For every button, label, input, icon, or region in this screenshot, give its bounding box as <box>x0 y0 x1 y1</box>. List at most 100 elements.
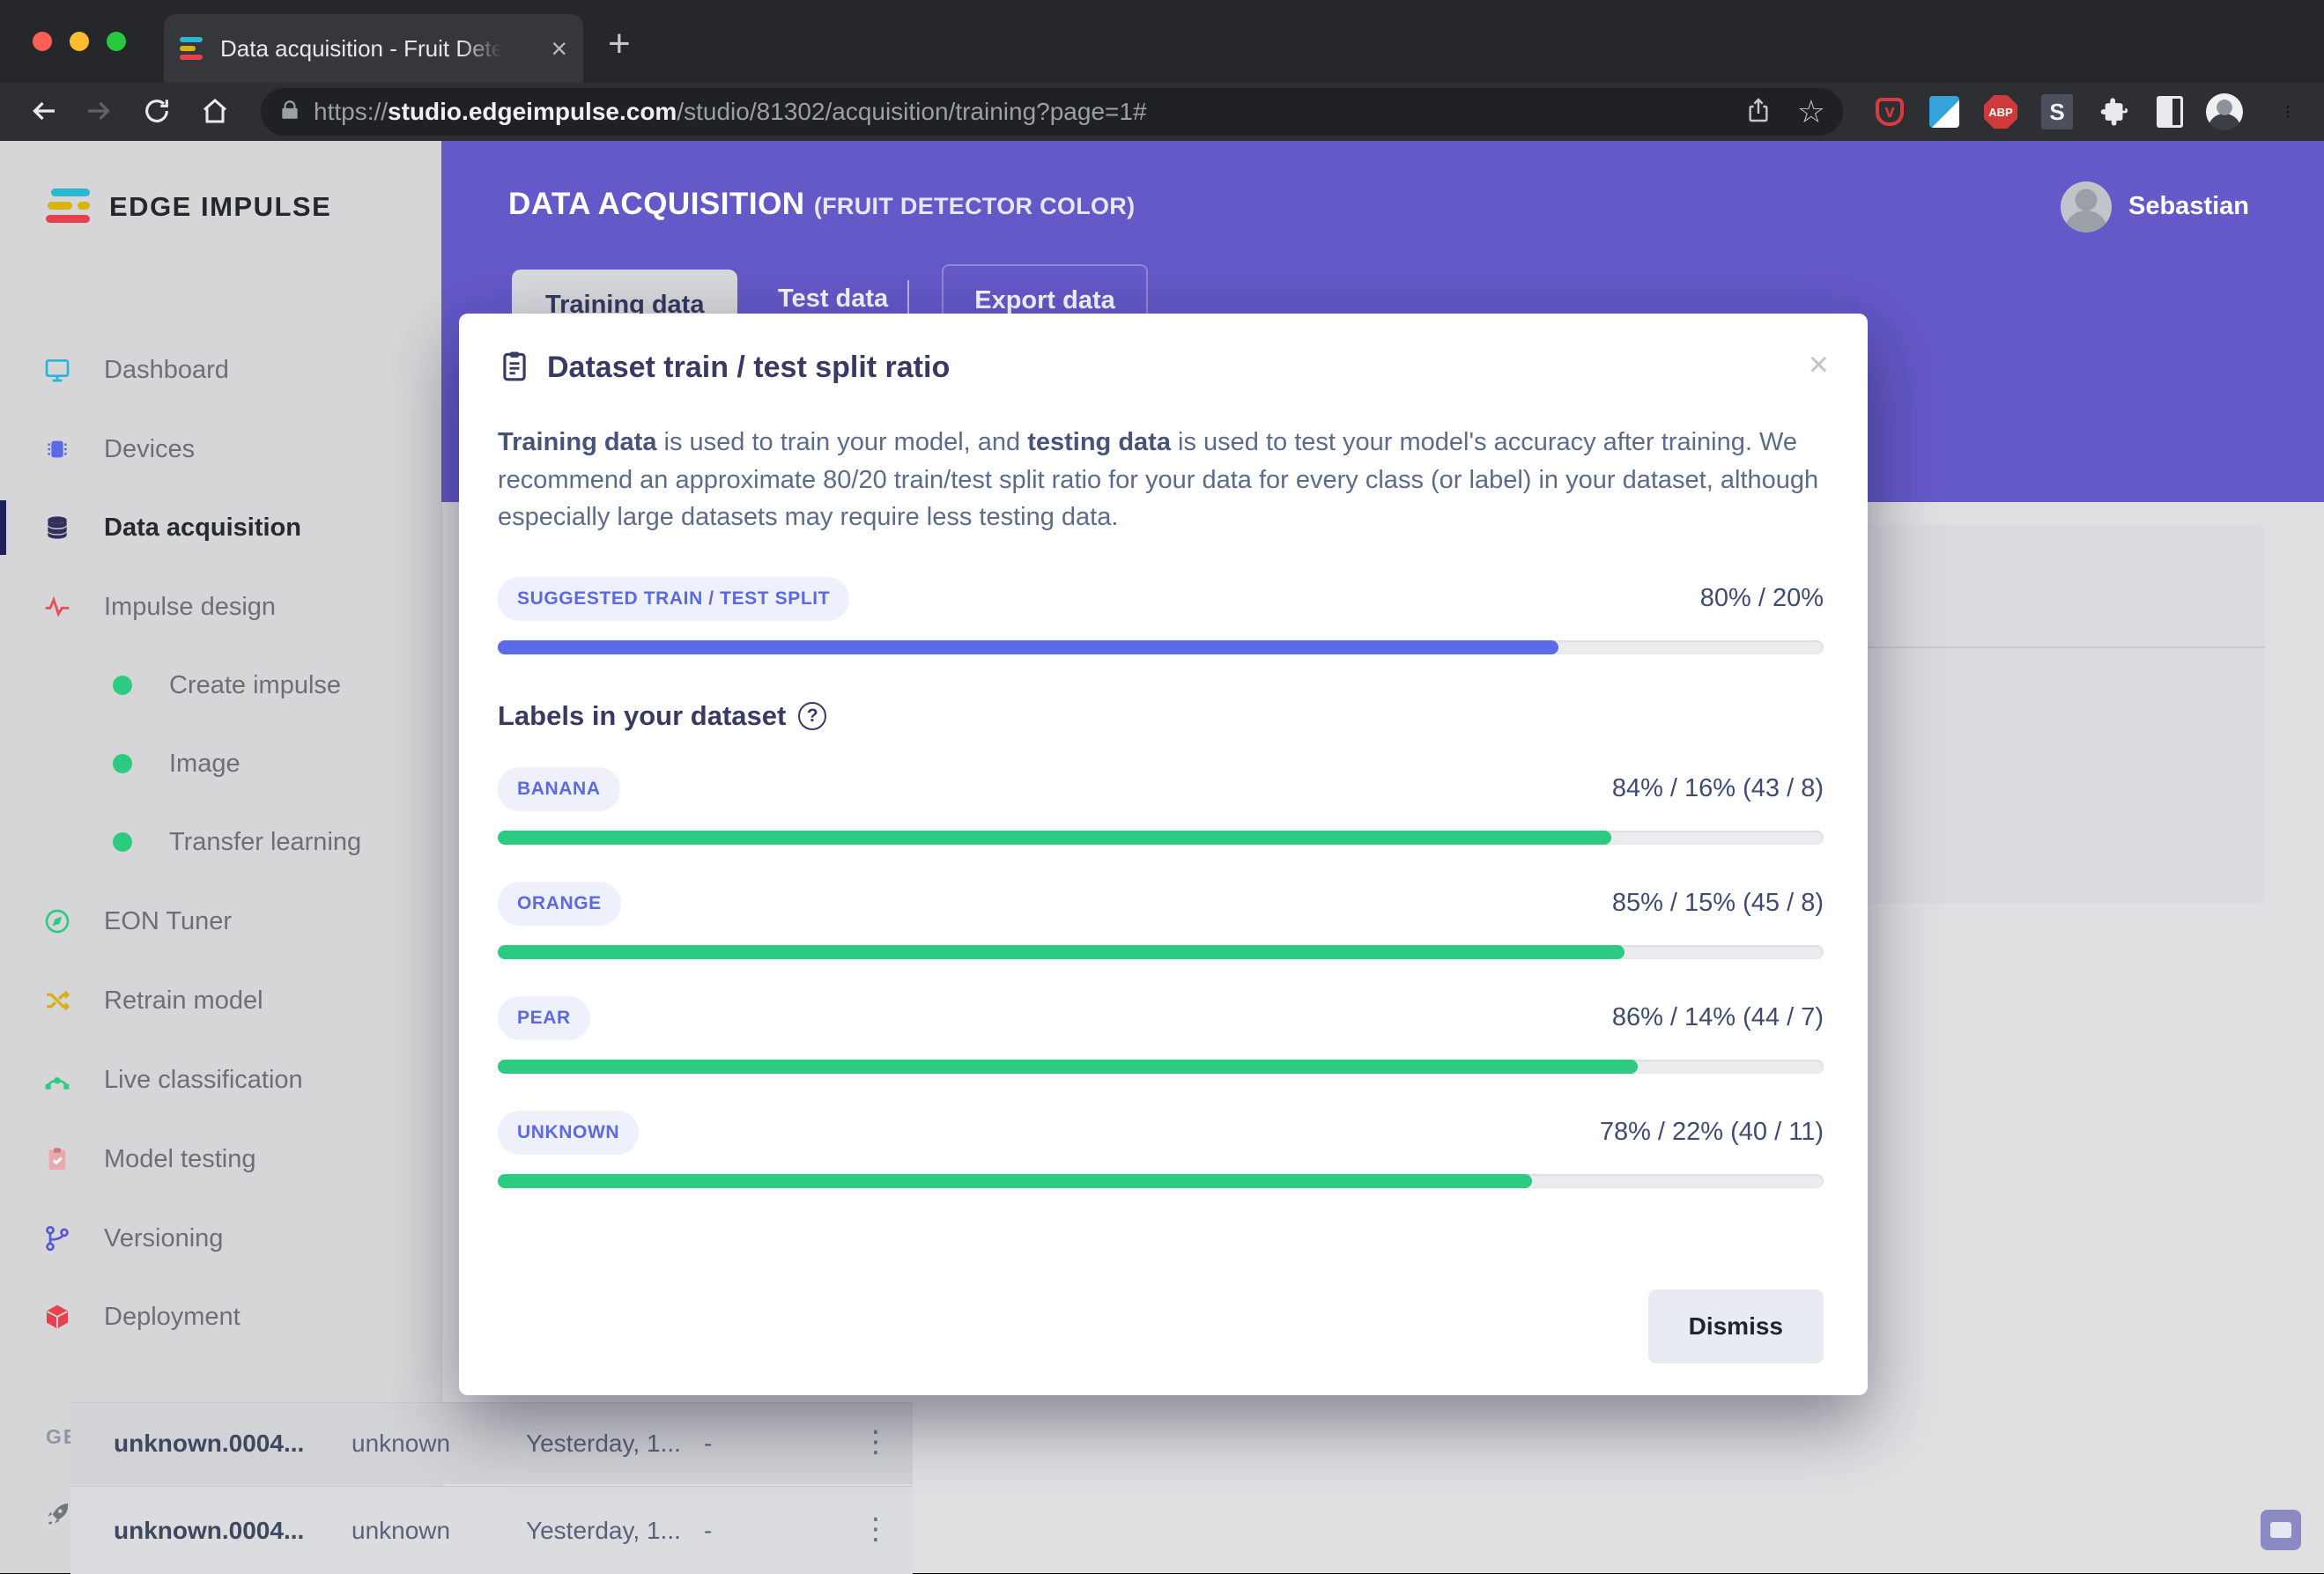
browser-menu-kebab-icon[interactable]: ⋮ <box>2269 93 2306 130</box>
row-menu-kebab-icon[interactable]: ⋮ <box>861 1424 891 1459</box>
suggested-split-value: 80% / 20% <box>1700 584 1824 613</box>
sidebar-item-transfer-learning[interactable]: Transfer learning <box>0 808 441 876</box>
s-extension-icon[interactable]: S <box>2039 93 2076 130</box>
modal-intro-text: Training data is used to train your mode… <box>498 424 1824 536</box>
suggested-split-bar <box>498 640 1824 654</box>
label-split-row: ORANGE 85% / 15% (45 / 8) <box>498 882 1824 926</box>
label-split-value: 85% / 15% (45 / 8) <box>1612 889 1824 918</box>
window-close-button[interactable] <box>33 32 52 51</box>
label-split-bar-fill <box>498 1174 1532 1188</box>
app-root: EDGE IMPULSE Dashboard Devices Data acqu… <box>0 141 2324 1573</box>
label-split-bar-fill <box>498 945 1625 959</box>
bookmark-star-icon[interactable]: ☆ <box>1797 96 1825 128</box>
sidebar-toggle-icon[interactable] <box>2151 93 2188 130</box>
tab-close-icon[interactable]: × <box>551 34 567 63</box>
screenshot-extension-icon[interactable] <box>1926 93 1963 130</box>
sidebar-item-retrain-model[interactable]: Retrain model <box>0 966 441 1035</box>
label-split-value: 84% / 16% (43 / 8) <box>1612 774 1824 803</box>
modal-title: Dataset train / test split ratio <box>547 351 950 385</box>
label-split-bar <box>498 1060 1824 1074</box>
window-zoom-button[interactable] <box>107 32 126 51</box>
edge-impulse-logo[interactable]: EDGE IMPULSE <box>46 187 331 227</box>
share-icon[interactable] <box>1744 96 1773 129</box>
address-bar[interactable]: https://studio.edgeimpulse.com/studio/81… <box>261 88 1843 136</box>
pocket-extension-icon[interactable]: v <box>1871 93 1908 130</box>
modal-header: Dataset train / test split ratio <box>498 314 1824 387</box>
git-branch-icon <box>42 1223 72 1253</box>
user-avatar[interactable] <box>2061 181 2112 233</box>
sidebar-item-image[interactable]: Image <box>0 729 441 798</box>
back-icon[interactable] <box>25 92 63 130</box>
dismiss-button[interactable]: Dismiss <box>1648 1289 1824 1363</box>
compass-icon <box>42 906 72 936</box>
extensions-puzzle-icon[interactable] <box>2097 93 2134 130</box>
green-dot-icon <box>107 670 137 700</box>
label-split-bar <box>498 831 1824 845</box>
reload-icon[interactable] <box>137 92 176 130</box>
sample-date: Yesterday, 1... <box>526 1517 681 1545</box>
table-row[interactable]: unknown.0004... unknown Yesterday, 1... … <box>70 1402 913 1484</box>
green-dot-icon <box>107 749 137 779</box>
browser-toolbar: https://studio.edgeimpulse.com/studio/81… <box>0 83 2324 141</box>
label-split-value: 78% / 22% (40 / 11) <box>1600 1118 1824 1147</box>
help-icon[interactable]: ? <box>798 702 826 730</box>
browser-tabstrip: Data acquisition - Fruit Detecto × + <box>0 0 2324 83</box>
browser-chrome: Data acquisition - Fruit Detecto × + htt… <box>0 0 2324 141</box>
label-split-bar <box>498 1174 1824 1188</box>
sample-length: - <box>704 1430 712 1458</box>
sidebar-item-deployment[interactable]: Deployment <box>0 1282 441 1351</box>
user-name[interactable]: Sebastian <box>2128 192 2249 221</box>
active-indicator <box>0 500 6 555</box>
suggested-split-row: SUGGESTED TRAIN / TEST SPLIT 80% / 20% <box>498 577 1824 621</box>
monitor-icon <box>42 355 72 385</box>
window-minimize-button[interactable] <box>70 32 89 51</box>
sidebar-item-live-classification[interactable]: Live classification <box>0 1046 441 1114</box>
edge-impulse-favicon <box>180 37 206 60</box>
page-subtitle: (FRUIT DETECTOR COLOR) <box>814 193 1136 219</box>
edge-impulse-logo-text: EDGE IMPULSE <box>109 191 331 223</box>
sample-date: Yesterday, 1... <box>526 1430 681 1458</box>
sidebar-item-devices[interactable]: Devices <box>0 415 441 484</box>
lock-icon <box>278 99 301 126</box>
tab-title: Data acquisition - Fruit Detecto <box>220 35 502 63</box>
suggested-split-bar-fill <box>498 640 1558 654</box>
profile-avatar-icon[interactable] <box>2206 93 2243 130</box>
sidebar-item-model-testing[interactable]: Model testing <box>0 1125 441 1193</box>
home-icon[interactable] <box>196 92 234 130</box>
label-split-row: PEAR 86% / 14% (44 / 7) <box>498 996 1824 1040</box>
label-split-row: UNKNOWN 78% / 22% (40 / 11) <box>498 1111 1824 1155</box>
sample-filename: unknown.0004... <box>114 1517 304 1545</box>
page-title: DATA ACQUISITION (FRUIT DETECTOR COLOR) <box>508 187 1135 222</box>
chat-widget-button[interactable] <box>2261 1510 2301 1550</box>
samples-table: unknown.0004... unknown Yesterday, 1... … <box>70 1402 913 1573</box>
label-split-row: BANANA 84% / 16% (43 / 8) <box>498 767 1824 811</box>
sidebar-item-versioning[interactable]: Versioning <box>0 1204 441 1273</box>
new-tab-button[interactable]: + <box>608 25 631 63</box>
split-ratio-modal: Dataset train / test split ratio × Train… <box>459 314 1868 1395</box>
green-dot-icon <box>107 827 137 857</box>
adblock-extension-icon[interactable]: ABP <box>1982 93 2019 130</box>
label-badge: ORANGE <box>498 882 621 926</box>
bezier-curve-icon <box>42 1065 72 1095</box>
sidebar-item-create-impulse[interactable]: Create impulse <box>0 651 441 720</box>
clipboard-icon <box>498 349 531 387</box>
edge-impulse-logomark-icon <box>46 187 92 227</box>
browser-tab[interactable]: Data acquisition - Fruit Detecto × <box>164 14 583 83</box>
label-split-value: 86% / 14% (44 / 7) <box>1612 1003 1824 1032</box>
table-row[interactable]: unknown.0004... unknown Yesterday, 1... … <box>70 1486 913 1574</box>
cube-icon <box>42 1302 72 1332</box>
modal-close-icon[interactable]: × <box>1809 347 1829 382</box>
labels-heading-row: Labels in your dataset ? <box>498 700 1824 732</box>
sidebar-item-dashboard[interactable]: Dashboard <box>0 336 441 404</box>
row-menu-kebab-icon[interactable]: ⋮ <box>861 1511 891 1547</box>
sample-filename: unknown.0004... <box>114 1430 304 1458</box>
url-text: https://studio.edgeimpulse.com/studio/81… <box>314 98 1147 126</box>
forward-icon[interactable] <box>79 92 118 130</box>
sidebar-item-impulse-design[interactable]: Impulse design <box>0 573 441 641</box>
sidebar: EDGE IMPULSE Dashboard Devices Data acqu… <box>0 141 442 1573</box>
label-badge: PEAR <box>498 996 590 1040</box>
label-badge: UNKNOWN <box>498 1111 639 1155</box>
sidebar-item-eon-tuner[interactable]: EON Tuner <box>0 887 441 956</box>
labels-heading: Labels in your dataset <box>498 700 786 732</box>
sidebar-item-data-acquisition[interactable]: Data acquisition <box>0 493 441 562</box>
